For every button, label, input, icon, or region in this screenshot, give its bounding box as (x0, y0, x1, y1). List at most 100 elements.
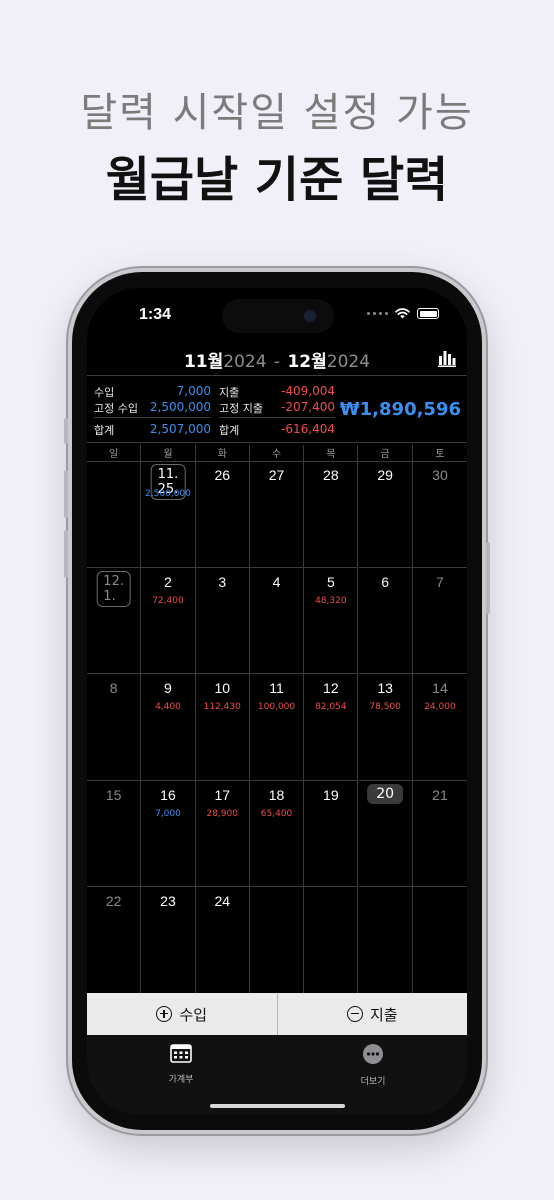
side-button-volume-down (64, 530, 68, 578)
calendar-day-cell[interactable]: 9 4,400 (141, 674, 196, 781)
calendar-day-cell[interactable]: 26 (195, 461, 250, 568)
home-indicator (210, 1104, 345, 1108)
calendar-day-cell[interactable]: 23 (141, 887, 196, 994)
calendar-day-cell[interactable]: 19 (304, 780, 359, 888)
calendar-day-cell[interactable]: 8 (87, 674, 142, 781)
weekday-label: 토 (435, 449, 445, 460)
balance-amount: ₩1,890,596 (339, 399, 461, 420)
fixed-expense-value: -207,400 (281, 400, 335, 414)
day-number: 23 (160, 893, 176, 910)
start-month: 11월 (183, 352, 224, 372)
income-total-value: 2,507,000 (149, 422, 211, 436)
income-amount: 2,500,000 (145, 489, 191, 499)
tab-ledger-label: 가계부 (168, 1075, 194, 1085)
calendar-day-cell[interactable]: 13 78,500 (358, 674, 413, 781)
promo-title: 월급날 기준 달력 (105, 152, 449, 208)
calendar-day-cell[interactable]: 15 (87, 780, 142, 888)
day-number: 4 (272, 573, 281, 590)
expense-total-row: 합계 -616,404 (219, 422, 335, 437)
calendar-day-cell[interactable]: 29 (358, 461, 413, 568)
expense-amount: 82,054 (315, 702, 347, 713)
day-number: 15 (105, 786, 122, 803)
calendar-icon (170, 1044, 192, 1063)
expense-value: -409,004 (281, 384, 335, 398)
day-number: 3 (218, 573, 227, 590)
calendar-day-cell[interactable]: 24 (195, 887, 250, 994)
expense-label: 지출 (219, 386, 240, 399)
day-number: 10 (214, 680, 231, 697)
camera-icon (304, 310, 316, 322)
calendar-day-cell[interactable]: 10 112,430 (195, 674, 250, 781)
calendar-day-cell[interactable]: 12 82,054 (304, 674, 359, 781)
calendar-day-cell (304, 887, 359, 994)
weekday-label: 목 (304, 445, 359, 461)
weekday-header: 일월화수목금 토 (87, 445, 467, 462)
calendar-day-cell[interactable]: 5 48,320 (304, 567, 359, 675)
calendar-day-cell[interactable]: 21 (412, 781, 467, 888)
bar-chart-icon[interactable] (437, 349, 457, 367)
calendar-day-cell[interactable]: 11. 25. 2,500,000 (141, 461, 196, 568)
day-number: 20 (367, 783, 404, 804)
period-header[interactable]: 11월2024 - 12월2024 (87, 347, 467, 372)
calendar-day-cell[interactable]: 16 7,000 (141, 780, 196, 888)
plus-circle-icon (156, 1006, 173, 1022)
day-number: 8 (109, 680, 118, 697)
calendar-day-cell[interactable]: 27 (249, 461, 305, 568)
day-number: 21 (432, 786, 448, 803)
calendar-day-cell (87, 461, 142, 568)
income-total-row: 합계 2,507,000 (94, 422, 211, 437)
calendar-day-cell[interactable]: 12. 1. (87, 567, 142, 675)
tab-more[interactable]: 더보기 (323, 1043, 423, 1087)
calendar-day-cell[interactable]: 4 (249, 567, 305, 675)
add-income-label: 수입 (179, 1005, 208, 1024)
add-income-button[interactable]: 수입 (87, 993, 277, 1035)
signal-dots-icon (367, 312, 388, 315)
status-time: 1:34 (139, 306, 172, 323)
calendar-day-cell[interactable]: 3 (195, 567, 250, 675)
expense-amount: 28,900 (206, 808, 238, 819)
expense-amount: 112,430 (203, 702, 241, 713)
end-month: 12월 (287, 352, 327, 372)
calendar-day-cell[interactable]: 2 72,400 (141, 567, 196, 675)
calendar-day-cell[interactable]: 17 28,900 (195, 780, 250, 888)
expense-total-label: 합계 (219, 424, 240, 437)
expense-amount: 24,000 (424, 702, 456, 713)
weekday-label: 금 (359, 445, 413, 461)
minus-circle-icon (346, 1006, 363, 1022)
side-button-action (64, 418, 68, 444)
calendar-day-cell (249, 887, 305, 994)
income-row: 수입 7,000 (94, 384, 211, 399)
add-expense-button[interactable]: 지출 (276, 993, 468, 1035)
tab-ledger[interactable]: 가계부 (131, 1043, 231, 1085)
calendar-day-cell[interactable]: 6 (358, 567, 413, 675)
calendar-day-cell[interactable]: 11 100,000 (249, 674, 305, 781)
day-number: 12 (323, 680, 339, 697)
weekday-label: 일 (87, 445, 142, 461)
tab-bar: 가계부 더보기 (87, 1035, 467, 1115)
summary-divider-right (219, 417, 335, 418)
income-label: 수입 (94, 386, 115, 399)
fixed-expense-row: 고정 지출 -207,400 (219, 400, 335, 415)
end-year: 2024 (326, 352, 371, 372)
weekday-label: 월 (141, 445, 196, 461)
calendar-day-cell[interactable]: 22 (87, 887, 142, 994)
action-bar: 수입 지출 (87, 993, 467, 1035)
fixed-income-row: 고정 수입 2,500,000 (94, 400, 211, 415)
calendar-day-cell[interactable]: 7 (412, 568, 467, 675)
day-number: 11 (269, 680, 284, 697)
weekday-label: 수 (250, 445, 305, 461)
day-number: 26 (214, 467, 231, 483)
more-icon (363, 1044, 383, 1064)
expense-amount: 100,000 (257, 702, 296, 713)
status-icons (367, 308, 439, 319)
calendar-day-cell[interactable]: 28 (304, 461, 359, 568)
day-number: 28 (323, 467, 339, 483)
calendar-day-cell[interactable]: 14 24,000 (412, 674, 467, 781)
calendar-day-cell[interactable]: 20 (358, 780, 413, 888)
day-number: 29 (377, 467, 393, 483)
day-number: 13 (377, 680, 393, 697)
calendar-day-cell[interactable]: 30 (412, 461, 467, 568)
side-button-volume-up (64, 470, 68, 518)
calendar-day-cell[interactable]: 18 65,400 (249, 780, 305, 888)
day-number: 19 (323, 786, 339, 803)
